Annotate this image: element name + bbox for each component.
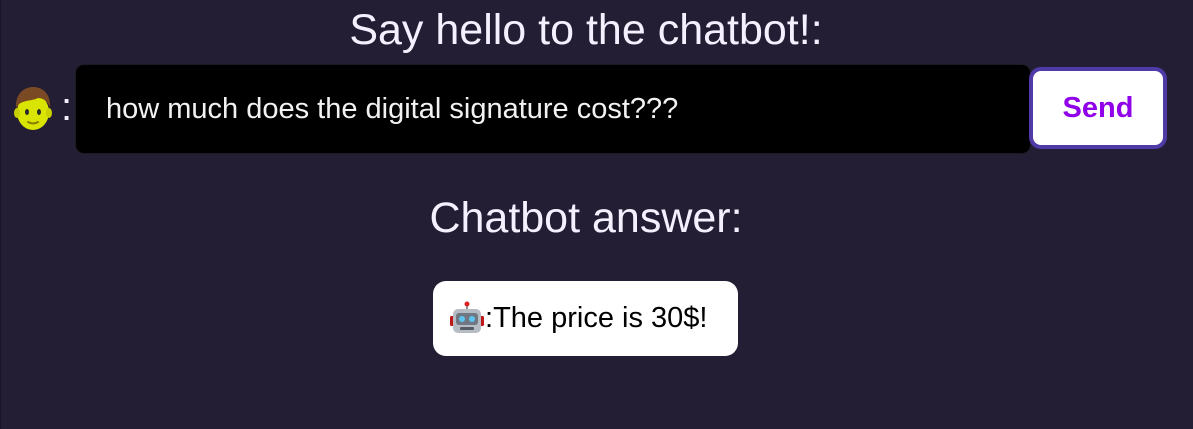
prompt-separator: :: [61, 85, 73, 129]
message-input[interactable]: [75, 64, 1031, 154]
answer-bubble: : The price is 30$!: [433, 281, 738, 356]
answer-separator: :: [485, 302, 494, 334]
prompt-title: Say hello to the chatbot!:: [349, 6, 823, 54]
answer-title: Chatbot answer:: [429, 194, 743, 242]
send-button[interactable]: Send: [1029, 67, 1167, 149]
man-face-icon: [14, 87, 52, 130]
answer-text: The price is 30$!: [493, 302, 708, 334]
robot-face-icon: [450, 301, 484, 333]
